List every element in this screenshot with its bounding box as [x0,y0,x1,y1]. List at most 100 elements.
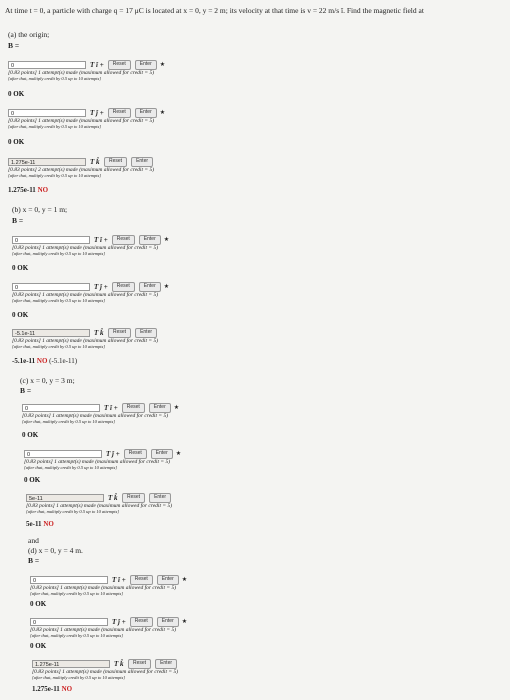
part-a-label: (a) the origin; [8,30,50,39]
part-c-x-attempts: [0.83 points] 1 attempt(s) made (maximum… [22,413,169,424]
reset-button[interactable]: Reset [107,107,131,118]
reset-button[interactable]: Reset [108,327,132,338]
reset-button[interactable]: Reset [107,59,131,70]
unit-label: T ĵ + [90,108,104,117]
required-star-icon: ★ [159,62,166,68]
enter-button[interactable]: Enter [131,156,154,167]
part-d-b-symbol: B = [28,556,40,565]
part-a-y-row: 0 T ĵ + Reset Enter ★ [8,107,166,118]
reset-button[interactable]: Reset [123,448,147,459]
part-b-x-row: 0 T î + Reset Enter ★ [12,234,170,245]
part-c-label: (c) x = 0, y = 3 m; [20,376,75,385]
and-connector: and [28,536,39,545]
part-c-y-attempts: [0.83 points] 1 attempt(s) made (maximum… [24,459,171,470]
part-d-z-input[interactable]: 1.275e-11 [32,659,110,668]
part-a-x-input[interactable]: 0 [8,60,86,69]
enter-button[interactable]: Enter [135,327,158,338]
reset-button[interactable]: Reset [104,156,128,167]
part-d-y-input[interactable]: 0 [30,617,108,626]
homework-page: At time t = 0, a particle with charge q … [0,0,510,700]
reset-button[interactable]: Reset [121,402,145,413]
unit-label: T ĵ + [112,617,126,626]
part-c-x-input[interactable]: 0 [22,403,100,412]
part-b-b-symbol: B = [12,216,24,225]
unit-label: T î + [90,60,104,69]
part-b-y-attempts: [0.83 points] 1 attempt(s) made (maximum… [12,292,159,303]
problem-statement: At time t = 0, a particle with charge q … [5,6,424,15]
part-c-z-result: 5e-11 NO [26,520,54,528]
part-a-y-result: 0 OK [8,138,25,146]
part-c-x-result: 0 OK [22,431,39,439]
enter-button[interactable]: Enter [138,281,161,292]
reset-button[interactable]: Reset [129,616,153,627]
unit-label: T k̂ [94,328,104,337]
part-d-x-result: 0 OK [30,600,47,608]
part-a-y-input[interactable]: 0 [8,108,86,117]
part-c-y-row: 0 T ĵ + Reset Enter ★ [24,448,181,459]
enter-button[interactable]: Enter [156,616,179,627]
enter-button[interactable]: Enter [148,402,171,413]
unit-label: T k̂ [108,493,118,502]
part-b-y-row: 0 T ĵ + Reset Enter ★ [12,281,170,292]
part-b-y-result: 0 OK [12,311,29,319]
part-c-x-row: 0 T î + Reset Enter ★ [22,402,180,413]
reset-button[interactable]: Reset [111,234,135,245]
reset-button[interactable]: Reset [129,574,153,585]
part-d-y-attempts: [0.83 points] 1 attempt(s) made (maximum… [30,627,177,638]
required-star-icon: ★ [163,284,170,290]
part-c-y-result: 0 OK [24,476,41,484]
part-c-y-input[interactable]: 0 [24,449,102,458]
unit-label: T î + [94,235,108,244]
part-b-x-attempts: [0.83 points] 1 attempt(s) made (maximum… [12,245,159,256]
part-b-z-input[interactable]: -5.1e-11 [12,328,90,337]
part-b-z-attempts: [0.83 points] 1 attempt(s) made (maximum… [12,338,159,349]
part-c-b-symbol: B = [20,386,32,395]
part-d-z-attempts: [0.83 points] 1 attempt(s) made (maximum… [32,669,179,680]
part-c-z-row: 5e-11 T k̂ Reset Enter [26,492,172,503]
part-d-y-result: 0 OK [30,642,47,650]
required-star-icon: ★ [181,619,188,625]
part-a-z-row: 1.275e-11 T k̂ Reset Enter [8,156,154,167]
part-a-x-result: 0 OK [8,90,25,98]
reset-button[interactable]: Reset [128,658,152,669]
reset-button[interactable]: Reset [122,492,146,503]
part-a-z-input[interactable]: 1.275e-11 [8,157,86,166]
enter-button[interactable]: Enter [134,107,157,118]
enter-button[interactable]: Enter [138,234,161,245]
part-a-x-attempts: [0.83 points] 1 attempt(s) made (maximum… [8,70,155,81]
enter-button[interactable]: Enter [155,658,178,669]
reset-button[interactable]: Reset [111,281,135,292]
part-c-z-attempts: [0.83 points] 1 attempt(s) made (maximum… [26,503,173,514]
required-star-icon: ★ [163,237,170,243]
unit-label: T ĵ + [106,449,120,458]
part-b-z-result: -5.1e-11 NO (-5.1e-11) [12,357,78,365]
required-star-icon: ★ [173,405,180,411]
part-b-label: (b) x = 0, y = 1 m; [12,205,68,214]
part-a-y-attempts: [0.83 points] 1 attempt(s) made (maximum… [8,118,155,129]
part-b-x-input[interactable]: 0 [12,235,90,244]
part-c-z-input[interactable]: 5e-11 [26,493,104,502]
part-d-y-row: 0 T ĵ + Reset Enter ★ [30,616,188,627]
enter-button[interactable]: Enter [150,448,173,459]
part-a-b-symbol: B = [8,41,20,50]
enter-button[interactable]: Enter [149,492,172,503]
part-d-z-result: 1.275e-11 NO [32,685,73,693]
part-d-x-input[interactable]: 0 [30,575,108,584]
required-star-icon: ★ [181,577,188,583]
required-star-icon: ★ [159,110,166,116]
unit-label: T k̂ [90,157,100,166]
part-a-x-row: 0 T î + Reset Enter ★ [8,59,166,70]
part-d-z-row: 1.275e-11 T k̂ Reset Enter [32,658,178,669]
unit-label: T î + [104,403,118,412]
enter-button[interactable]: Enter [156,574,179,585]
enter-button[interactable]: Enter [134,59,157,70]
part-d-x-attempts: [0.83 points] 1 attempt(s) made (maximum… [30,585,177,596]
part-b-x-result: 0 OK [12,264,29,272]
unit-label: T î + [112,575,126,584]
unit-label: T k̂ [114,659,124,668]
part-b-z-row: -5.1e-11 T k̂ Reset Enter [12,327,158,338]
part-a-z-attempts: [0.83 points] 2 attempt(s) made (maximum… [8,167,155,178]
part-b-y-input[interactable]: 0 [12,282,90,291]
part-d-label: (d) x = 0, y = 4 m. [28,546,83,555]
part-a-z-result: 1.275e-11 NO [8,186,49,194]
